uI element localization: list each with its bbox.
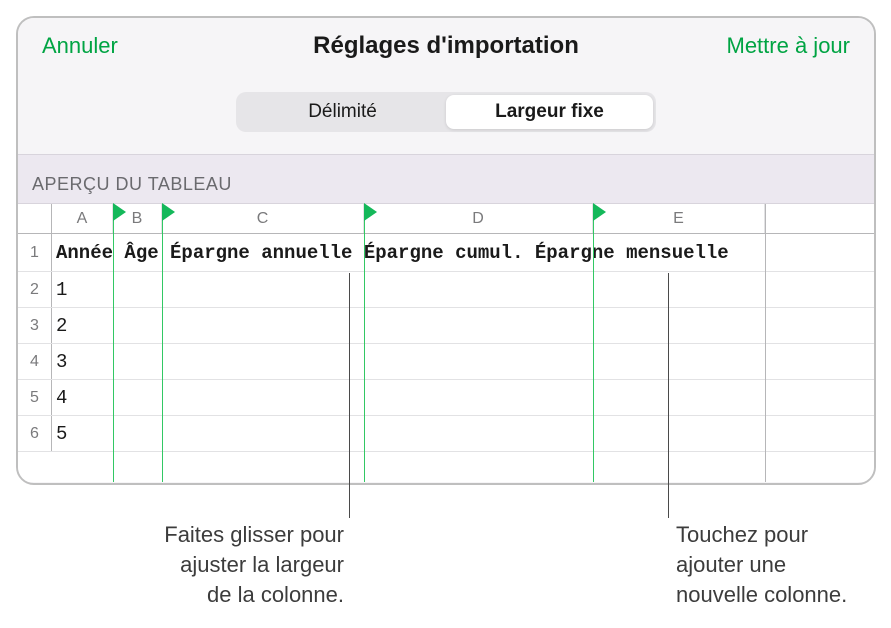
column-separator[interactable] [593, 204, 594, 482]
column-separator[interactable] [162, 204, 163, 482]
callout-line: ajuster la largeur [180, 552, 344, 577]
column-separator[interactable] [364, 204, 365, 482]
callout-drag-to-adjust: Faites glisser pour ajuster la largeur d… [85, 520, 344, 610]
column-header[interactable]: A [52, 204, 113, 233]
tab-switcher-wrap: Délimité Largeur fixe [18, 74, 874, 154]
row-cells: 1 [52, 272, 874, 307]
row-number: 1 [18, 234, 52, 271]
table-row: 4 3 [18, 344, 874, 380]
column-separator-handle-triangle-icon[interactable] [162, 203, 175, 221]
table-rows: 1 Année Âge Épargne annuelle Épargne cum… [18, 234, 874, 452]
column-separator-handle-triangle-icon[interactable] [593, 203, 606, 221]
row-cells: 2 [52, 308, 874, 343]
header-row-text: Année Âge Épargne annuelle Épargne cumul… [52, 242, 729, 264]
column-headers-row: A B C D E [18, 204, 874, 234]
update-button[interactable]: Mettre à jour [727, 33, 851, 59]
import-settings-dialog: Annuler Réglages d'importation Mettre à … [16, 16, 876, 485]
table-row: 3 2 [18, 308, 874, 344]
callout-tap-to-add: Touchez pour ajouter une nouvelle colonn… [676, 520, 886, 610]
row-cells: 5 [52, 416, 874, 451]
cell-value: 4 [52, 387, 67, 409]
table-right-edge [765, 204, 766, 482]
row-number: 4 [18, 344, 52, 379]
table-row: 6 5 [18, 416, 874, 452]
cancel-button[interactable]: Annuler [42, 33, 118, 59]
callout-line: ajouter une [676, 552, 786, 577]
callout-line: Faites glisser pour [164, 522, 344, 547]
dialog-title: Réglages d'importation [313, 32, 579, 60]
dialog-header: Annuler Réglages d'importation Mettre à … [18, 18, 874, 74]
cell-value: 3 [52, 351, 67, 373]
table-row: 2 1 [18, 272, 874, 308]
corner-cell [18, 204, 52, 233]
column-separator-handle-triangle-icon[interactable] [364, 203, 377, 221]
tab-fixed-width[interactable]: Largeur fixe [446, 95, 653, 129]
table-preview[interactable]: A B C D E 1 Année Âge Épargne annuelle É… [18, 204, 874, 482]
column-separator[interactable] [113, 204, 114, 482]
row-cells: 4 [52, 380, 874, 415]
column-header[interactable]: E [593, 204, 765, 233]
table-row: 1 Année Âge Épargne annuelle Épargne cum… [18, 234, 874, 272]
row-cells: Année Âge Épargne annuelle Épargne cumul… [52, 234, 874, 271]
column-header[interactable]: C [162, 204, 364, 233]
cell-value: 1 [52, 279, 67, 301]
cell-value: 5 [52, 423, 67, 445]
row-number: 6 [18, 416, 52, 451]
column-separator-handle-triangle-icon[interactable] [113, 203, 126, 221]
column-header[interactable]: D [364, 204, 593, 233]
row-cells: 3 [52, 344, 874, 379]
callout-line: de la colonne. [207, 582, 344, 607]
row-number: 2 [18, 272, 52, 307]
callout-line: Touchez pour [676, 522, 808, 547]
tab-switcher: Délimité Largeur fixe [236, 92, 656, 132]
cell-value: 2 [52, 315, 67, 337]
table-row: 5 4 [18, 380, 874, 416]
preview-section-header: APERÇU DU TABLEAU [18, 154, 874, 204]
callout-line: nouvelle colonne. [676, 582, 847, 607]
tab-delimited[interactable]: Délimité [239, 95, 446, 129]
row-number: 5 [18, 380, 52, 415]
row-number: 3 [18, 308, 52, 343]
